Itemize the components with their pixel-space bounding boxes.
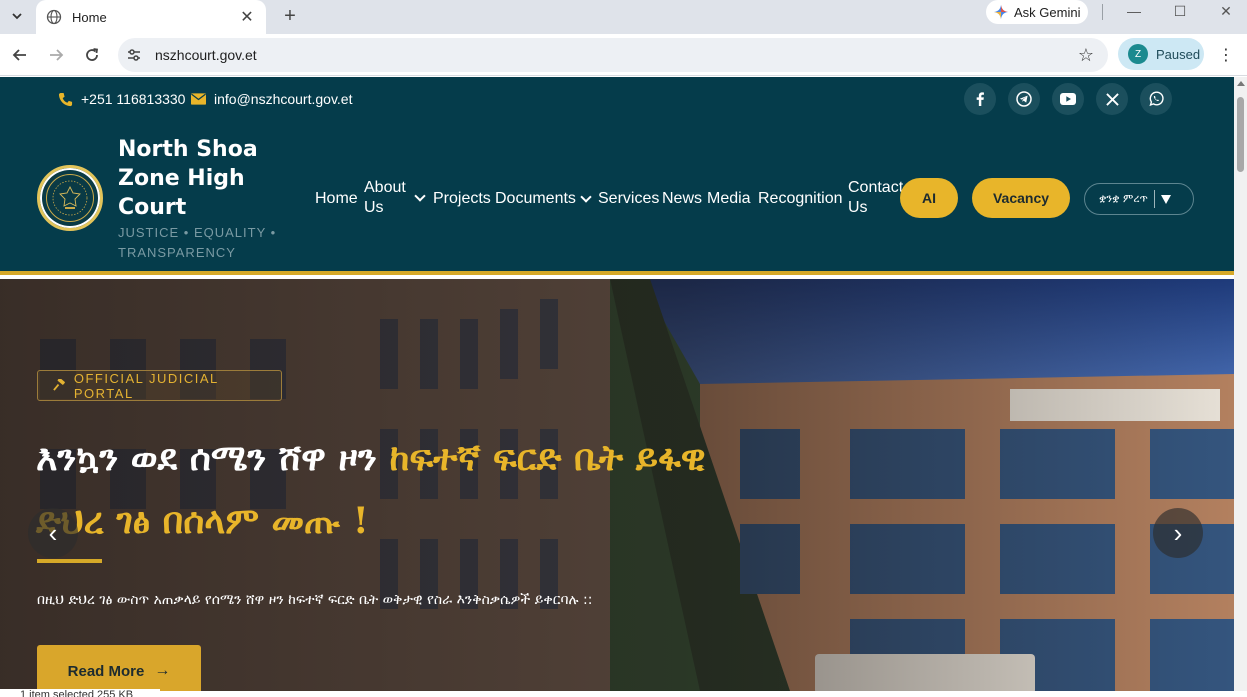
ask-gemini-button[interactable]: Ask Gemini — [986, 0, 1089, 24]
browser-tab[interactable]: Home ✕ — [36, 0, 266, 34]
profile-button[interactable]: Z Paused — [1118, 38, 1204, 70]
new-tab-button[interactable]: + — [278, 4, 302, 28]
reload-icon — [86, 48, 99, 61]
chevron-down-icon — [580, 191, 592, 203]
hero-subtitle: በዚህ ድህረ ገፅ ውስጥ አጠቃላይ የሰሜን ሸዋ ዞን ከፍተኛ ፍርድ… — [37, 592, 593, 608]
court-logo[interactable] — [37, 165, 103, 231]
profile-status: Paused — [1156, 46, 1201, 62]
language-select-label: ቋንቋ ምረጥ — [1099, 192, 1148, 205]
nav-projects-label: Projects — [433, 190, 491, 207]
badge-text: OFFICIAL JUDICIAL PORTAL — [73, 370, 219, 401]
hero-headline: እንኳን ወደ ሰሜን ሸዋ ዞን ከፍተኛ ፍርድ ቤት ይፋዊ ድህረ ገፅ… — [36, 427, 716, 553]
dropdown-triangle-icon — [1160, 194, 1171, 204]
site-settings-icon[interactable] — [126, 47, 142, 63]
nav-documents[interactable]: Documents — [495, 189, 592, 209]
email-address: info@nszhcourt.gov.et — [214, 91, 353, 107]
close-tab-icon[interactable]: ✕ — [238, 8, 256, 26]
envelope-icon — [191, 93, 206, 105]
hero-slider: OFFICIAL JUDICIAL PORTAL እንኳን ወደ ሰሜን ሸዋ … — [0, 279, 1234, 691]
browser-toolbar: nszhcourt.gov.et ☆ Z Paused ⋮ — [0, 34, 1247, 76]
site-title[interactable]: North Shoa Zone High Court — [118, 135, 288, 222]
nav-services[interactable]: Services — [598, 189, 659, 209]
headline-underline — [37, 559, 102, 563]
arrow-right-icon: → — [154, 662, 171, 679]
status-text: 1 item selected 255 KB — [0, 689, 160, 697]
site-header: +251 116813330 info@nszhcourt.gov.et Nor… — [0, 77, 1234, 275]
youtube-icon — [1060, 93, 1076, 105]
arrow-left-icon — [12, 49, 26, 61]
whatsapp-icon — [1149, 91, 1164, 107]
maximize-button[interactable]: ☐ — [1165, 2, 1195, 20]
phone-number: +251 116813330 — [81, 91, 186, 107]
reload-button[interactable] — [81, 44, 103, 66]
nav-services-label: Services — [598, 190, 660, 207]
site-tagline: JUSTICE • EQUALITY • TRANSPARENCY — [118, 225, 277, 260]
read-more-button[interactable]: Read More → — [37, 645, 201, 691]
browser-tabstrip: Home ✕ + Ask Gemini — ☐ ✕ — [0, 0, 1247, 34]
telegram-link[interactable] — [1008, 83, 1040, 115]
nav-recognition-label: Recognition — [758, 190, 843, 207]
page-scrollbar[interactable] — [1234, 77, 1247, 691]
nav-news-label: News — [662, 190, 703, 207]
phone-contact[interactable]: +251 116813330 — [58, 91, 185, 107]
language-select[interactable]: ቋንቋ ምረጥ — [1084, 183, 1194, 215]
nav-recognition[interactable]: Recognition — [758, 189, 843, 209]
telegram-icon — [1016, 91, 1032, 107]
tabstrip-separator — [1102, 4, 1103, 20]
x-icon — [1105, 92, 1119, 106]
nav-documents-label: Documents — [495, 190, 576, 207]
arrow-right-icon — [50, 49, 64, 61]
nav-about-label: About Us — [364, 179, 406, 216]
facebook-icon — [976, 92, 984, 106]
url-text: nszhcourt.gov.et — [155, 47, 257, 63]
bookmark-star-icon[interactable]: ☆ — [1078, 45, 1094, 66]
address-bar[interactable]: nszhcourt.gov.et ☆ — [118, 38, 1108, 72]
court-seal — [46, 174, 94, 222]
avatar: Z — [1128, 44, 1148, 64]
browser-menu-icon[interactable]: ⋮ — [1218, 44, 1234, 66]
nav-media[interactable]: Media — [707, 189, 751, 209]
nav-contact[interactable]: Contact Us — [848, 178, 904, 218]
web-page: +251 116813330 info@nszhcourt.gov.et Nor… — [0, 77, 1234, 691]
language-divider — [1153, 190, 1155, 208]
nav-home[interactable]: Home — [315, 189, 358, 209]
chevron-down-icon — [414, 190, 426, 202]
facebook-link[interactable] — [964, 83, 996, 115]
nav-contact-label: Contact Us — [848, 179, 904, 216]
email-contact[interactable]: info@nszhcourt.gov.et — [191, 91, 352, 107]
forward-button[interactable] — [45, 44, 67, 66]
nav-about[interactable]: About Us — [364, 178, 426, 218]
ask-gemini-label: Ask Gemini — [1014, 4, 1081, 20]
carousel-next-button[interactable]: › — [1153, 508, 1203, 558]
social-links — [964, 83, 1172, 115]
court-emblem-icon — [52, 180, 88, 216]
x-link[interactable] — [1096, 83, 1128, 115]
nav-home-label: Home — [315, 190, 358, 207]
back-button[interactable] — [9, 44, 31, 66]
ai-button[interactable]: AI — [900, 178, 958, 218]
scroll-up-arrow[interactable] — [1237, 81, 1245, 86]
read-more-label: Read More — [67, 662, 145, 680]
scrollbar-thumb[interactable] — [1237, 97, 1244, 172]
tab-search-button[interactable] — [6, 5, 28, 27]
gavel-icon — [53, 379, 65, 391]
tab-title: Home — [72, 9, 107, 25]
headline-white-part: እንኳን ወደ ሰሜን ሸዋ ዞን — [36, 437, 390, 479]
gemini-sparkle-icon — [994, 5, 1008, 19]
minimize-button[interactable]: — — [1119, 2, 1149, 20]
vacancy-button[interactable]: Vacancy — [972, 178, 1070, 218]
youtube-link[interactable] — [1052, 83, 1084, 115]
close-window-button[interactable]: ✕ — [1211, 2, 1241, 20]
chevron-down-icon — [12, 13, 22, 20]
whatsapp-link[interactable] — [1140, 83, 1172, 115]
carousel-prev-button[interactable]: ‹ — [28, 508, 78, 558]
official-portal-badge: OFFICIAL JUDICIAL PORTAL — [37, 370, 282, 401]
globe-icon — [46, 9, 62, 25]
nav-news[interactable]: News — [662, 189, 702, 209]
nav-media-label: Media — [707, 190, 751, 207]
phone-icon — [58, 92, 73, 106]
nav-projects[interactable]: Projects — [433, 189, 491, 209]
